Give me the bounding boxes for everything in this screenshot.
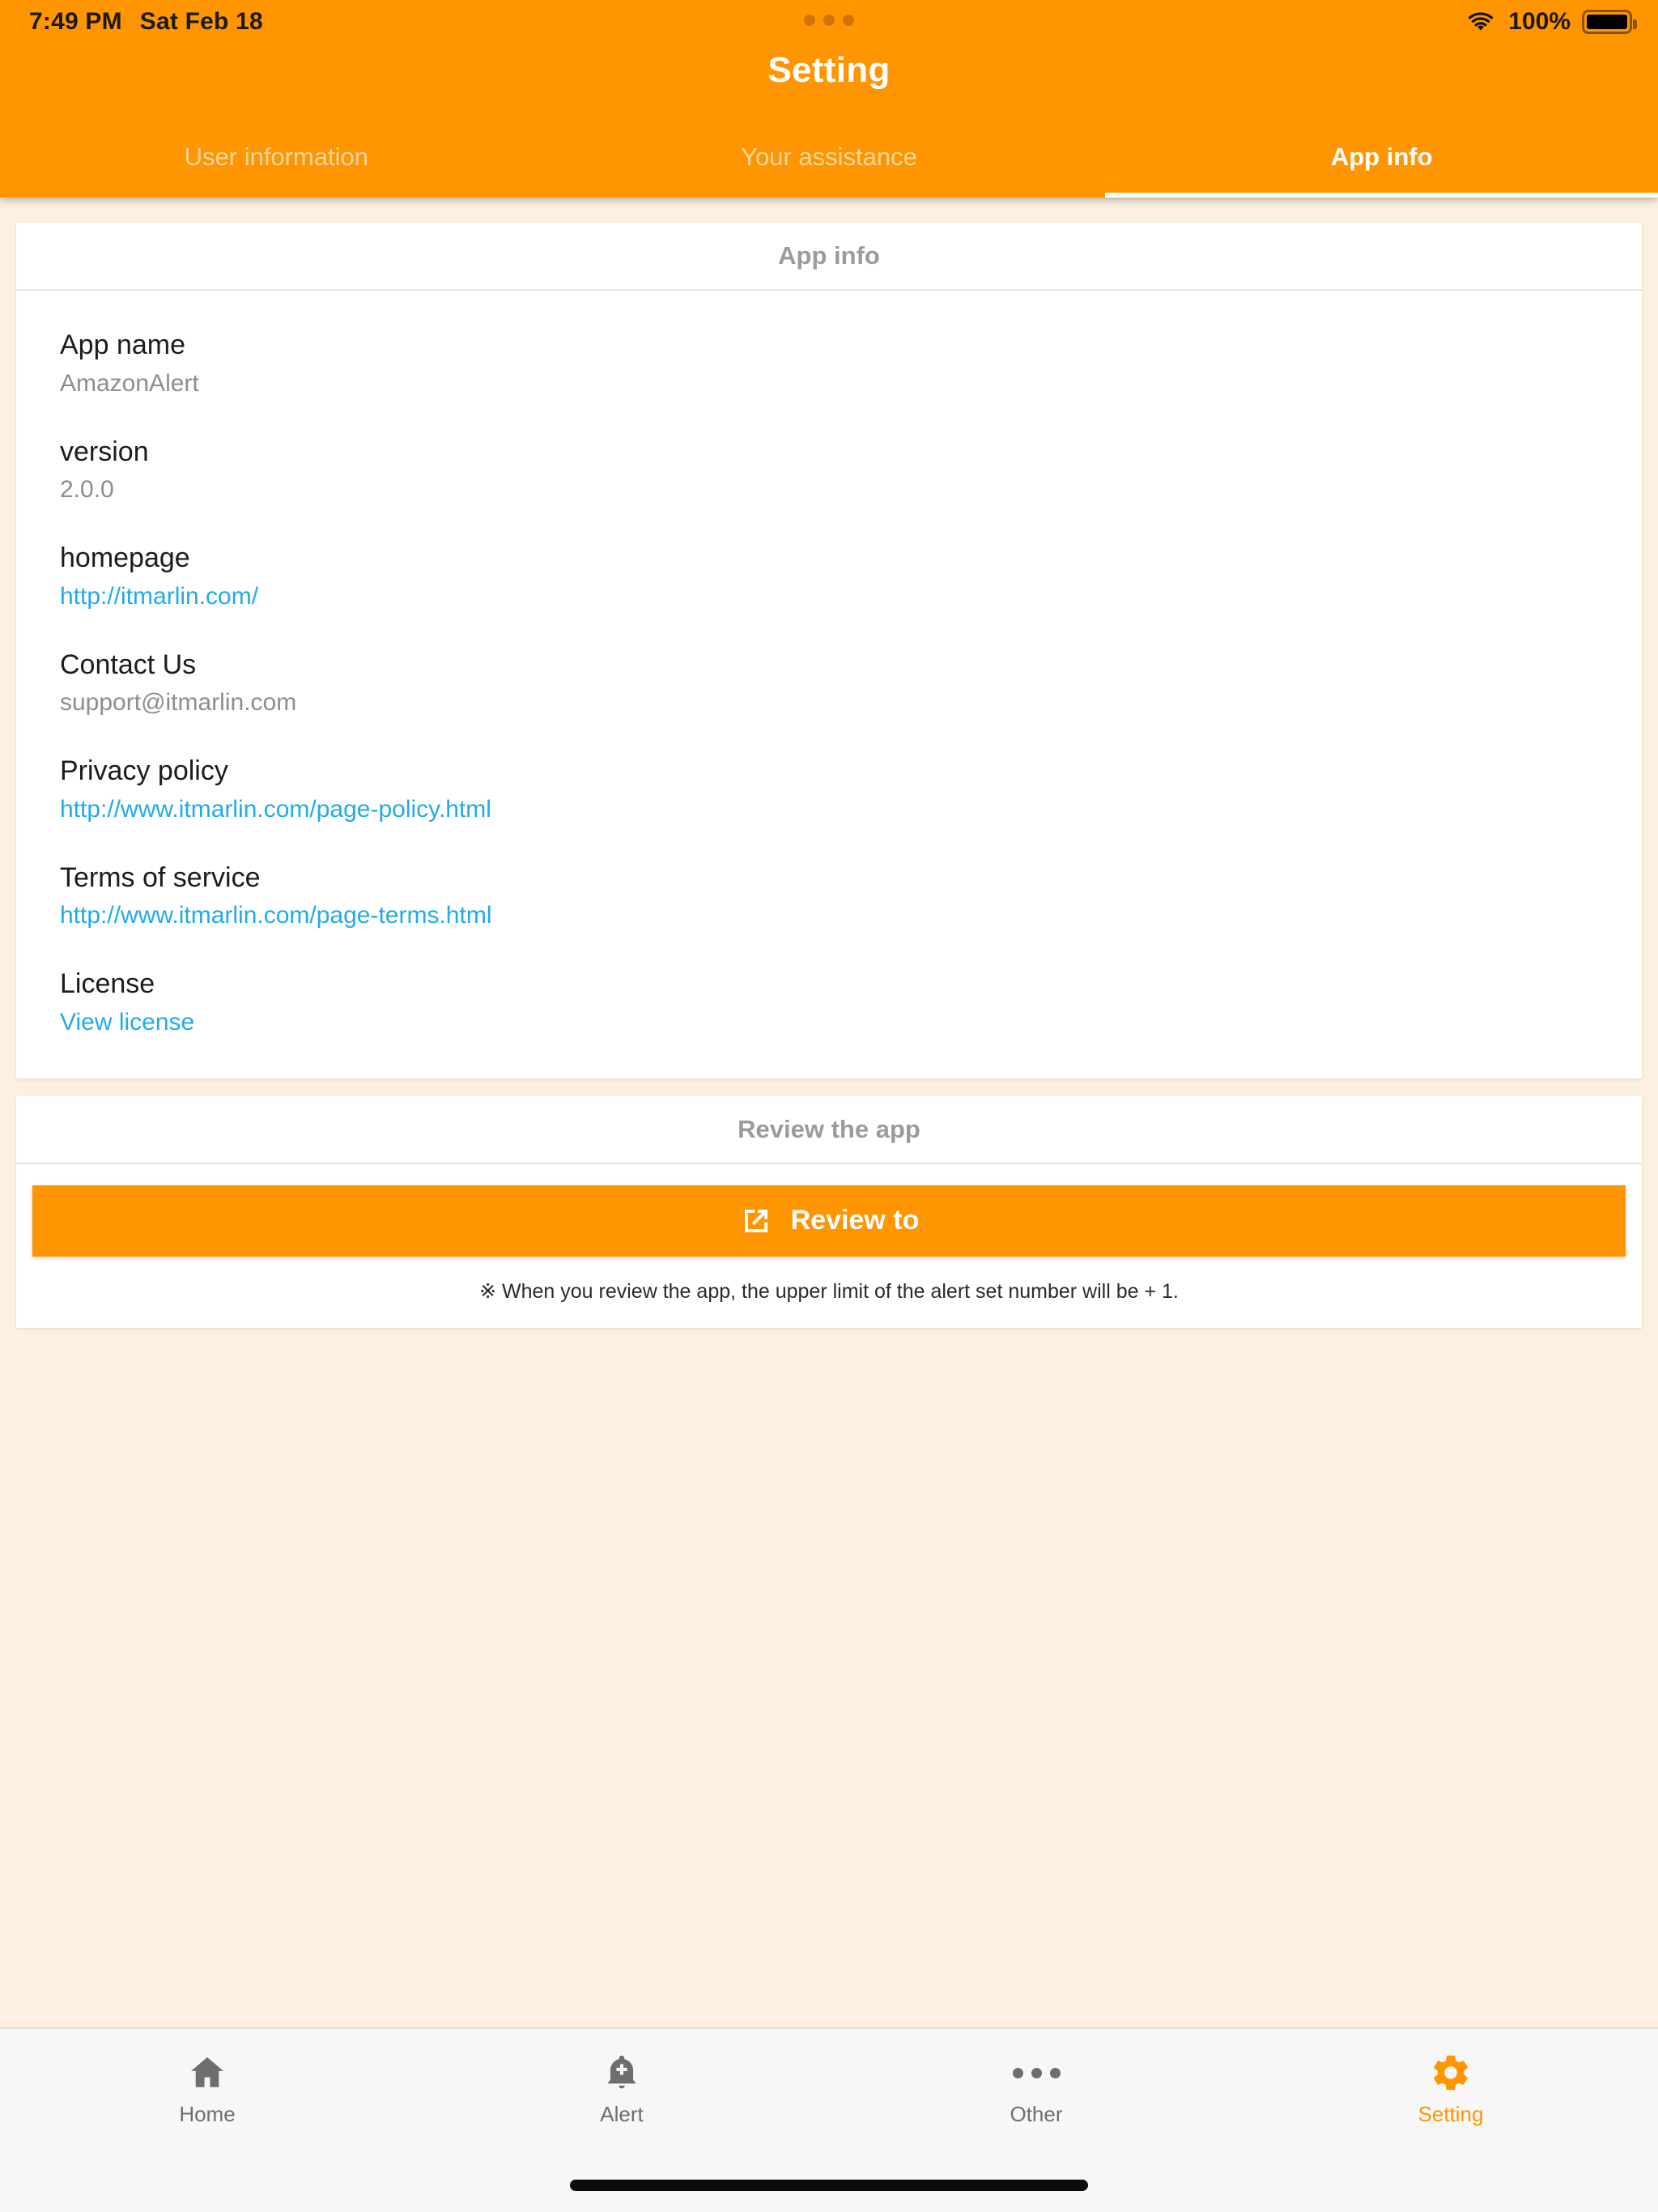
tab-label: Your assistance <box>741 143 917 171</box>
content-area: App info App name AmazonAlert version 2.… <box>0 198 1658 2027</box>
review-card-body: Review to ※ When you review the app, the… <box>16 1164 1642 1328</box>
row-label: App name <box>60 330 185 360</box>
tab-user-information[interactable]: User information <box>0 123 553 198</box>
bottom-tab-label: Setting <box>1418 2102 1484 2126</box>
homepage-link[interactable]: http://itmarlin.com/ <box>60 581 1598 612</box>
dot <box>804 15 815 26</box>
bottom-tab-home[interactable]: Home <box>0 2029 414 2127</box>
wifi-icon <box>1469 12 1494 31</box>
dot <box>823 15 835 26</box>
home-icon <box>191 2057 223 2087</box>
tab-app-info[interactable]: App info <box>1105 123 1658 198</box>
list-item: Contact Us support@itmarlin.com <box>16 630 1642 737</box>
list-item: Privacy policy http://www.itmarlin.com/p… <box>16 736 1642 843</box>
dot <box>1012 2067 1023 2078</box>
bottom-tab-label: Alert <box>600 2102 644 2126</box>
tab-your-assistance[interactable]: Your assistance <box>553 123 1106 198</box>
row-value: support@itmarlin.com <box>60 689 297 716</box>
segment-tabs: User information Your assistance App inf… <box>0 123 1658 198</box>
dot <box>843 15 854 26</box>
row-label: Contact Us <box>60 649 197 680</box>
bottom-tab-alert[interactable]: Alert <box>414 2029 829 2127</box>
bell-plus-icon <box>607 2055 636 2089</box>
list-item: Terms of service http://www.itmarlin.com… <box>16 843 1642 950</box>
row-label: homepage <box>60 542 190 573</box>
external-link-icon <box>744 1209 767 1232</box>
row-value: AmazonAlert <box>60 369 199 397</box>
status-date: Sat Feb 18 <box>139 8 263 35</box>
review-note: ※ When you review the app, the upper lim… <box>479 1279 1179 1303</box>
status-bar-left: 7:49 PM Sat Feb 18 <box>29 8 263 36</box>
gear-icon <box>1434 2055 1468 2091</box>
bottom-tab-setting[interactable]: Setting <box>1244 2029 1658 2127</box>
row-label: version <box>60 436 149 467</box>
app-info-rows: App name AmazonAlert version 2.0.0 homep… <box>16 291 1642 1078</box>
list-item: License View license <box>16 949 1642 1056</box>
row-value: 2.0.0 <box>60 476 114 503</box>
review-card-header: Review the app <box>16 1096 1642 1164</box>
battery-full-icon <box>1582 10 1637 34</box>
review-card: Review the app Review to ※ When you revi… <box>16 1095 1642 1328</box>
app-screen: 7:49 PM Sat Feb 18 100% Setting User inf… <box>0 0 1658 2212</box>
privacy-policy-link[interactable]: http://www.itmarlin.com/page-policy.html <box>60 793 1598 825</box>
status-time: 7:49 PM <box>29 8 122 35</box>
list-item: App name AmazonAlert <box>16 310 1642 417</box>
status-bar-right: 100% <box>1465 8 1637 36</box>
row-label: Privacy policy <box>60 755 228 786</box>
tab-label: App info <box>1330 143 1433 171</box>
bottom-tab-label: Other <box>1010 2102 1063 2126</box>
bottom-tab-other[interactable]: Other <box>829 2029 1244 2127</box>
three-dots-icon <box>804 15 854 26</box>
review-to-button-label: Review to <box>790 1205 920 1236</box>
bottom-tab-bar: Home Alert Other Setting <box>0 2027 1658 2212</box>
list-item: homepage http://itmarlin.com/ <box>16 523 1642 630</box>
row-label: Terms of service <box>60 861 261 893</box>
app-info-card-header: App info <box>16 223 1642 291</box>
dot <box>1031 2067 1042 2078</box>
page-title: Setting <box>767 50 891 90</box>
app-header: 7:49 PM Sat Feb 18 100% Setting User inf… <box>0 0 1658 198</box>
tab-label: User information <box>184 143 369 171</box>
three-dots-icon <box>1012 2052 1061 2094</box>
status-bar: 7:49 PM Sat Feb 18 100% <box>0 0 1658 44</box>
app-info-card: App info App name AmazonAlert version 2.… <box>16 223 1642 1078</box>
row-label: License <box>60 968 155 999</box>
list-item: version 2.0.0 <box>16 417 1642 524</box>
battery-percent: 100% <box>1508 8 1571 35</box>
review-to-button[interactable]: Review to <box>32 1185 1626 1257</box>
terms-of-service-link[interactable]: http://www.itmarlin.com/page-terms.html <box>60 900 1598 931</box>
home-indicator <box>570 2180 1088 2191</box>
bottom-tab-label: Home <box>179 2102 236 2126</box>
dot <box>1049 2067 1061 2078</box>
view-license-link[interactable]: View license <box>60 1006 1598 1038</box>
